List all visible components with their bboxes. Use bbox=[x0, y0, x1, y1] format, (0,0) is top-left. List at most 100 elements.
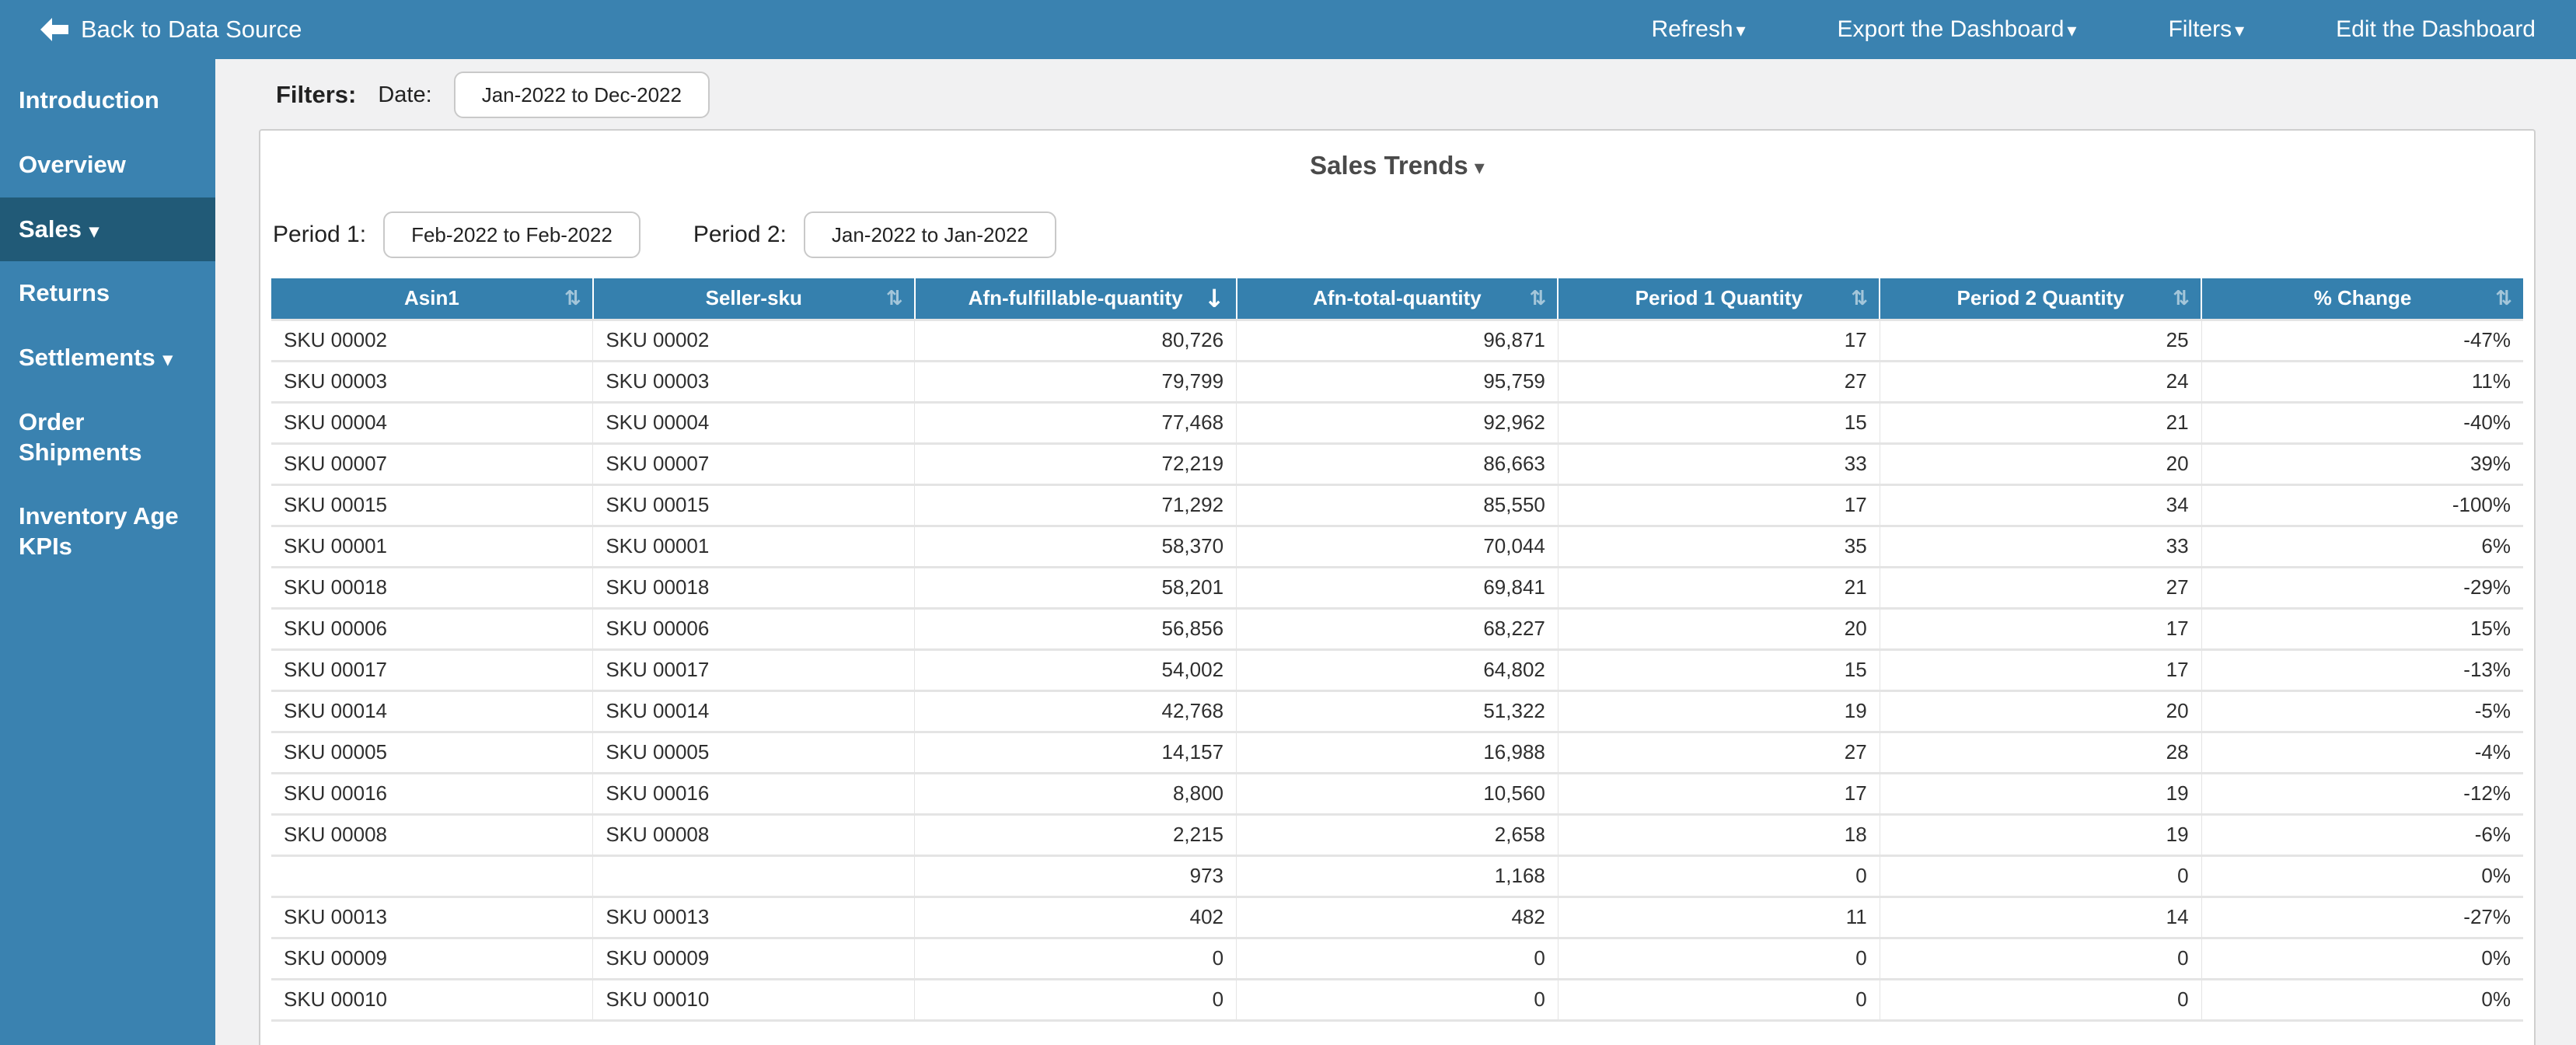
table-cell: SKU 00004 bbox=[592, 402, 916, 445]
table-row: SKU 00001 SKU 00001 58,370 70,044 35 33 6% bbox=[271, 526, 2523, 568]
export-dashboard-menu[interactable]: Export the Dashboard ▾ bbox=[1838, 16, 2077, 43]
edit-label: Edit the Dashboard bbox=[2336, 16, 2536, 42]
table-cell: SKU 00005 bbox=[271, 732, 594, 774]
table-cell: 71,292 bbox=[914, 484, 1237, 527]
table-cell: SKU 00006 bbox=[592, 608, 916, 651]
table-cell: 11% bbox=[2201, 361, 2523, 404]
table-cell: 0 bbox=[1558, 938, 1880, 980]
table-row: SKU 00017 SKU 00017 54,002 64,802 15 17 -13% bbox=[271, 649, 2523, 692]
table-cell: SKU 00015 bbox=[271, 484, 594, 527]
table-cell: 70,044 bbox=[1236, 526, 1559, 568]
table-cell: SKU 00015 bbox=[592, 484, 916, 527]
table-cell: 0 bbox=[914, 979, 1237, 1022]
table-cell: 27 bbox=[1880, 567, 2202, 610]
table-cell: 19 bbox=[1880, 814, 2202, 857]
filters-label: Filters: bbox=[276, 81, 357, 108]
period2-label: Period 2: bbox=[693, 222, 787, 247]
back-label: Back to Data Source bbox=[81, 16, 302, 43]
panel-title: Sales Trends bbox=[1310, 151, 1468, 180]
sidebar-item-settlements[interactable]: Settlements ▾ bbox=[0, 326, 215, 390]
table-cell: 33 bbox=[1558, 443, 1880, 486]
table-cell: 16,988 bbox=[1236, 732, 1559, 774]
table-row: SKU 00005 SKU 00005 14,157 16,988 27 28 -4% bbox=[271, 732, 2523, 774]
column-header-asin1[interactable]: Asin1 ⇅ bbox=[271, 278, 594, 320]
table-cell: SKU 00018 bbox=[271, 567, 594, 610]
date-range-button[interactable]: Jan-2022 to Dec-2022 bbox=[453, 72, 710, 118]
panel-title-dropdown[interactable]: Sales Trends ▾ bbox=[271, 131, 2523, 180]
period1-range-button[interactable]: Feb-2022 to Feb-2022 bbox=[383, 211, 641, 258]
table-cell: 0 bbox=[1880, 855, 2202, 898]
sidebar-item-label: Overview bbox=[19, 150, 126, 178]
sidebar-item-introduction[interactable]: Introduction bbox=[0, 68, 215, 133]
table-cell: 58,201 bbox=[914, 567, 1237, 610]
table-row: SKU 00009 SKU 00009 0 0 0 0 0% bbox=[271, 938, 2523, 980]
table-cell: 69,841 bbox=[1236, 567, 1559, 610]
table-cell: 42,768 bbox=[914, 690, 1237, 733]
table-cell: -5% bbox=[2201, 690, 2523, 733]
table-cell: SKU 00013 bbox=[592, 896, 916, 939]
topbar: Back to Data Source Refresh ▾ Export the … bbox=[0, 0, 2576, 59]
filters-menu[interactable]: Filters ▾ bbox=[2168, 16, 2244, 43]
column-header-afn-total-quantity[interactable]: Afn-total-quantity ⇅ bbox=[1236, 278, 1559, 320]
sort-toggle-icon: ⇅ bbox=[1851, 286, 1869, 310]
table-cell: 0 bbox=[1236, 938, 1559, 980]
table-cell: 25 bbox=[1880, 318, 2202, 362]
table-cell: 11 bbox=[1558, 896, 1880, 939]
table-cell: -6% bbox=[2201, 814, 2523, 857]
table-row: SKU 00015 SKU 00015 71,292 85,550 17 34 -100% bbox=[271, 484, 2523, 527]
caret-down-icon: ▾ bbox=[1474, 156, 1485, 179]
table-cell: 19 bbox=[1558, 690, 1880, 733]
table-row: SKU 00003 SKU 00003 79,799 95,759 27 24 11% bbox=[271, 361, 2523, 404]
column-header-seller-sku[interactable]: Seller-sku ⇅ bbox=[592, 278, 916, 320]
table-cell: 17 bbox=[1558, 773, 1880, 816]
table-cell: 68,227 bbox=[1236, 608, 1559, 651]
column-header-pct-change[interactable]: % Change ⇅ bbox=[2201, 278, 2523, 320]
sidebar-item-overview[interactable]: Overview bbox=[0, 133, 215, 197]
date-filter-label: Date: bbox=[378, 82, 432, 107]
table-cell: -100% bbox=[2201, 484, 2523, 527]
table-row: 973 1,168 0 0 0% bbox=[271, 855, 2523, 898]
table-cell: -29% bbox=[2201, 567, 2523, 610]
sidebar-item-returns[interactable]: Returns bbox=[0, 261, 215, 326]
table-row: SKU 00010 SKU 00010 0 0 0 0 0% bbox=[271, 979, 2523, 1022]
edit-dashboard-button[interactable]: Edit the Dashboard bbox=[2336, 16, 2536, 43]
table-cell: 6% bbox=[2201, 526, 2523, 568]
table-cell: 18 bbox=[1558, 814, 1880, 857]
column-header-label: Period 1 Quantity bbox=[1635, 286, 1803, 310]
table-cell: SKU 00014 bbox=[271, 690, 594, 733]
column-header-period-2-quantity[interactable]: Period 2 Quantity ⇅ bbox=[1880, 278, 2203, 320]
table-cell: 86,663 bbox=[1236, 443, 1559, 486]
table-cell: 17 bbox=[1880, 608, 2202, 651]
table-cell: 0 bbox=[1558, 855, 1880, 898]
sidebar-item-label: Inventory Age KPIs bbox=[19, 502, 179, 560]
column-header-period-1-quantity[interactable]: Period 1 Quantity ⇅ bbox=[1558, 278, 1881, 320]
sidebar-item-order-shipments[interactable]: Order Shipments bbox=[0, 390, 215, 485]
caret-down-icon: ▾ bbox=[89, 220, 99, 242]
table-cell: 482 bbox=[1236, 896, 1559, 939]
caret-down-icon: ▾ bbox=[162, 349, 173, 370]
column-header-afn-fulfillable-quantity[interactable]: Afn-fulfillable-quantity ↓ bbox=[914, 278, 1237, 320]
table-cell: 21 bbox=[1880, 402, 2202, 445]
table-cell: 0 bbox=[914, 938, 1237, 980]
table-cell: 51,322 bbox=[1236, 690, 1559, 733]
sidebar-item-sales[interactable]: Sales ▾ bbox=[0, 197, 215, 262]
period2-range-button[interactable]: Jan-2022 to Jan-2022 bbox=[803, 211, 1056, 258]
table-cell: 20 bbox=[1558, 608, 1880, 651]
sidebar-item-inventory-age-kpis[interactable]: Inventory Age KPIs bbox=[0, 484, 215, 579]
sales-trends-table: Asin1 ⇅ Seller-sku ⇅ Afn-fulfillable-quantit… bbox=[271, 278, 2523, 1022]
table-cell: 28 bbox=[1880, 732, 2202, 774]
table-cell: 15 bbox=[1558, 649, 1880, 692]
table-cell: 0% bbox=[2201, 855, 2523, 898]
table-cell: 85,550 bbox=[1236, 484, 1559, 527]
table-cell: 14,157 bbox=[914, 732, 1237, 774]
back-to-data-source-button[interactable]: Back to Data Source bbox=[40, 16, 302, 44]
table-cell: 33 bbox=[1880, 526, 2202, 568]
sort-toggle-icon: ⇅ bbox=[1529, 286, 1547, 310]
refresh-menu[interactable]: Refresh ▾ bbox=[1651, 16, 1745, 43]
column-header-label: Seller-sku bbox=[705, 286, 802, 310]
table-cell: SKU 00007 bbox=[271, 443, 594, 486]
table-cell: 8,800 bbox=[914, 773, 1237, 816]
table-cell: 80,726 bbox=[914, 318, 1237, 362]
table-cell: 58,370 bbox=[914, 526, 1237, 568]
table-cell: SKU 00008 bbox=[592, 814, 916, 857]
